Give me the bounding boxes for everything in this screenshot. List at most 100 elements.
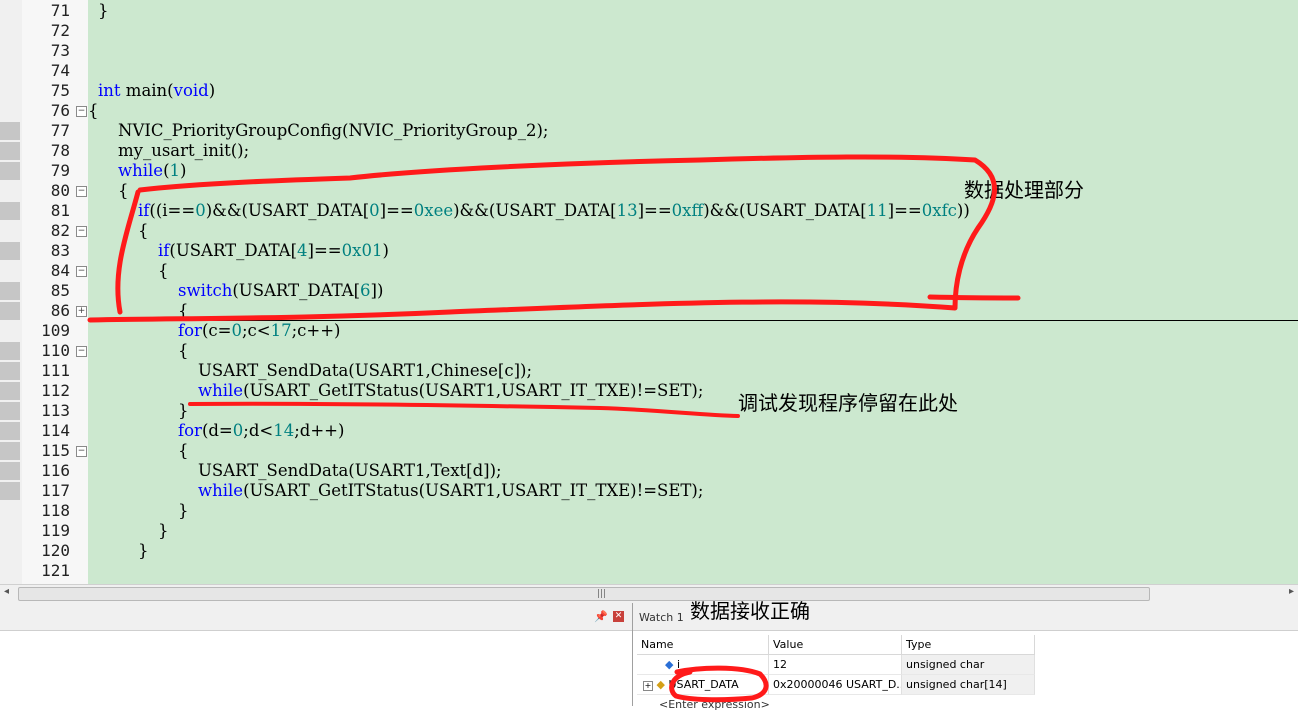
code-line[interactable]: 72: [0, 21, 1298, 41]
bottom-panel: 📌 ✕ Watch 1 Name Value Type ◆ i 12 unsig…: [0, 603, 1298, 711]
watch-row-name[interactable]: ◆ i: [637, 655, 769, 675]
code-line[interactable]: 86 + {: [0, 301, 1298, 321]
code-text: if((i==0)&&(USART_DATA[0]==0xee)&&(USART…: [138, 201, 970, 220]
column-header-type[interactable]: Type: [902, 635, 1035, 655]
watch-row-name[interactable]: + ◆ USART_DATA: [637, 675, 769, 695]
code-text: {: [158, 261, 169, 280]
line-number: 77: [50, 121, 70, 140]
line-number: 85: [50, 281, 70, 300]
expand-icon[interactable]: +: [643, 681, 653, 691]
code-editor[interactable]: 71} 72 73 74 75 int main(void) 76−{77 NVIC_Prio…: [0, 0, 1298, 584]
code-line[interactable]: 121: [0, 561, 1298, 581]
code-line[interactable]: 84− {: [0, 261, 1298, 281]
code-line[interactable]: 112 while(USART_GetITStatus(USART1,USART_…: [0, 381, 1298, 401]
code-text: {: [178, 441, 189, 460]
code-line[interactable]: 117 while(USART_GetITStatus(USART1,USART_…: [0, 481, 1298, 501]
code-text: {: [178, 341, 189, 360]
line-number: 84: [50, 261, 70, 280]
code-text: my_usart_init();: [118, 141, 250, 160]
code-text: {: [138, 221, 149, 240]
scroll-left-arrow-icon[interactable]: ◂: [4, 586, 9, 597]
expand-fold-icon[interactable]: +: [76, 306, 87, 317]
line-number: 110: [41, 341, 70, 360]
code-line[interactable]: 77 NVIC_PriorityGroupConfig(NVIC_Priority…: [0, 121, 1298, 141]
variable-icon: ◆: [665, 658, 674, 671]
code-line[interactable]: 116 USART_SendData(USART1,Text[d]);: [0, 461, 1298, 481]
collapse-fold-icon[interactable]: −: [76, 186, 87, 197]
horizontal-scrollbar[interactable]: ◂ ||| ▸: [0, 584, 1298, 603]
code-line[interactable]: 75 int main(void): [0, 81, 1298, 101]
collapse-fold-icon[interactable]: −: [76, 106, 87, 117]
line-number: 82: [50, 221, 70, 240]
code-line[interactable]: 81 if((i==0)&&(USART_DATA[0]==0xee)&&(USA…: [0, 201, 1298, 221]
code-text: NVIC_PriorityGroupConfig(NVIC_PriorityGr…: [118, 121, 549, 140]
code-line[interactable]: 83 if(USART_DATA[4]==0x01): [0, 241, 1298, 261]
line-number: 71: [50, 1, 70, 20]
code-line[interactable]: 76−{: [0, 101, 1298, 121]
annotation-stuck-here: 调试发现程序停留在此处: [738, 391, 958, 415]
line-number: 118: [41, 501, 70, 520]
code-line[interactable]: 115− {: [0, 441, 1298, 461]
watch-title[interactable]: Watch 1: [639, 611, 684, 624]
code-line[interactable]: 73: [0, 41, 1298, 61]
code-line[interactable]: 79 while(1): [0, 161, 1298, 181]
code-text: while(USART_GetITStatus(USART1,USART_IT_…: [198, 481, 704, 500]
code-line[interactable]: 119}: [0, 521, 1298, 541]
code-line[interactable]: 85 switch(USART_DATA[6]): [0, 281, 1298, 301]
code-line[interactable]: 109 for(c=0;c<17;c++): [0, 321, 1298, 341]
code-line[interactable]: 114 for(d=0;d<14;d++): [0, 421, 1298, 441]
line-number: 78: [50, 141, 70, 160]
column-header-name[interactable]: Name: [637, 635, 769, 655]
code-text: switch(USART_DATA[6]): [178, 281, 384, 300]
watch-row-value[interactable]: 12: [769, 655, 902, 675]
column-header-value[interactable]: Value: [769, 635, 902, 655]
line-number: 113: [41, 401, 70, 420]
collapse-fold-icon[interactable]: −: [76, 266, 87, 277]
code-text: }: [178, 501, 189, 520]
annotation-data-processing: 数据处理部分: [964, 178, 1084, 202]
code-line[interactable]: 118}: [0, 501, 1298, 521]
code-line[interactable]: 82− {: [0, 221, 1298, 241]
code-line[interactable]: 78 my_usart_init();: [0, 141, 1298, 161]
scrollbar-thumb[interactable]: |||: [18, 587, 1150, 601]
line-number: 79: [50, 161, 70, 180]
line-number: 119: [41, 521, 70, 540]
code-line[interactable]: 110− {: [0, 341, 1298, 361]
scroll-right-arrow-icon[interactable]: ▸: [1289, 586, 1294, 597]
code-text: USART_SendData(USART1,Text[d]);: [198, 461, 502, 480]
code-text: int main(void): [98, 81, 216, 100]
code-line[interactable]: 111 USART_SendData(USART1,Chinese[c]);: [0, 361, 1298, 381]
code-line[interactable]: 80− {: [0, 181, 1298, 201]
line-number: 117: [41, 481, 70, 500]
code-line[interactable]: 71}: [0, 1, 1298, 21]
line-number: 81: [50, 201, 70, 220]
line-number: 86: [50, 301, 70, 320]
code-line[interactable]: 120}: [0, 541, 1298, 561]
enter-expression-row[interactable]: <Enter expression>: [637, 695, 769, 715]
code-text: while(USART_GetITStatus(USART1,USART_IT_…: [198, 381, 704, 400]
line-number: 109: [41, 321, 70, 340]
code-line[interactable]: 113}: [0, 401, 1298, 421]
folded-region-separator: [88, 320, 1298, 321]
line-number: 76: [50, 101, 70, 120]
line-number: 120: [41, 541, 70, 560]
collapse-fold-icon[interactable]: −: [76, 446, 87, 457]
line-number: 83: [50, 241, 70, 260]
code-line[interactable]: 74: [0, 61, 1298, 81]
line-number: 112: [41, 381, 70, 400]
code-text: }: [158, 521, 169, 540]
line-number: 111: [41, 361, 70, 380]
code-text: }: [98, 1, 109, 20]
watch-row-type: unsigned char: [902, 655, 1035, 675]
line-number: 114: [41, 421, 70, 440]
collapse-fold-icon[interactable]: −: [76, 346, 87, 357]
struct-icon: ◆: [656, 678, 665, 691]
watch-row-value[interactable]: 0x20000046 USART_D...: [769, 675, 902, 695]
collapse-fold-icon[interactable]: −: [76, 226, 87, 237]
annotation-data-received: 数据接收正确: [690, 599, 810, 623]
pin-icon[interactable]: 📌: [594, 610, 608, 623]
close-icon[interactable]: ✕: [613, 611, 624, 622]
code-text: for(c=0;c<17;c++): [178, 321, 341, 340]
code-text: }: [138, 541, 149, 560]
code-text: USART_SendData(USART1,Chinese[c]);: [198, 361, 533, 380]
